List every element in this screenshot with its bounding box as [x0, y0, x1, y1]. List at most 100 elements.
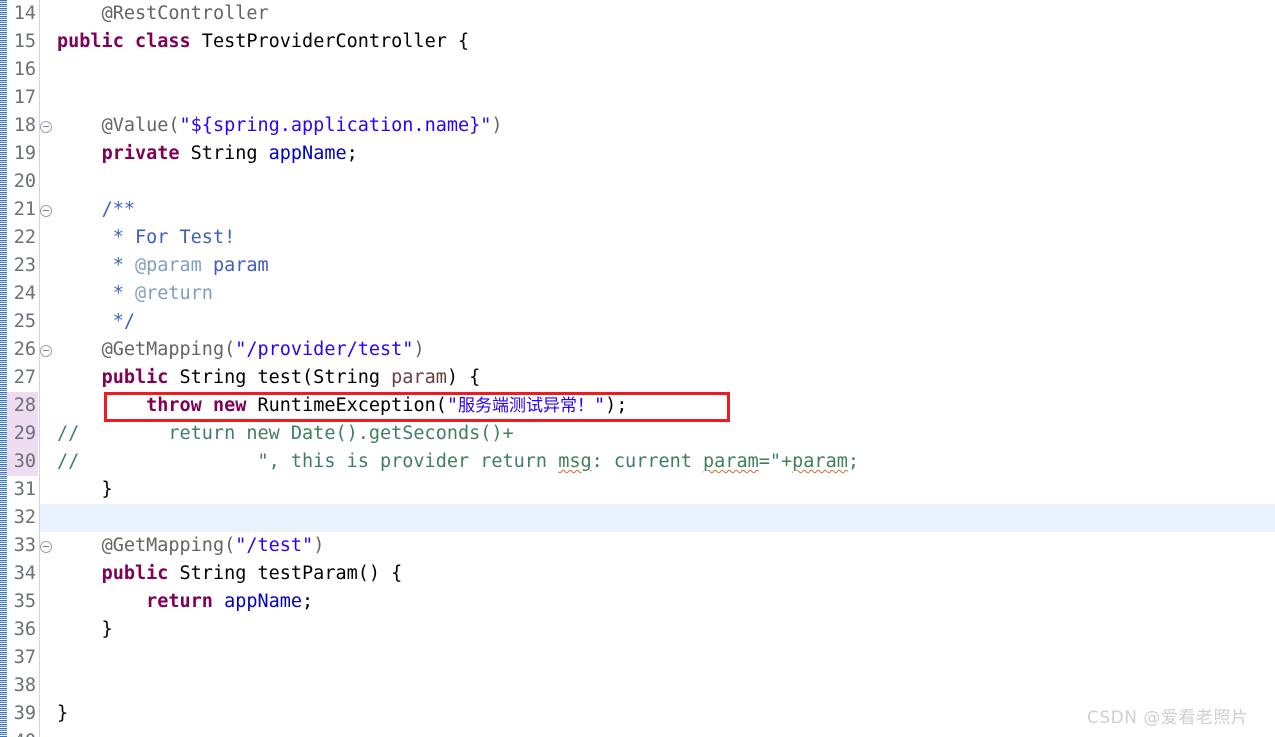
token: */ — [112, 311, 135, 332]
code-text-26: @GetMapping("/provider/test") — [57, 336, 425, 364]
code-line-22[interactable]: 22 * For Test! — [0, 224, 1275, 252]
token: private — [101, 143, 180, 164]
token: public — [101, 367, 169, 388]
token: " — [446, 395, 458, 416]
code-line-31[interactable]: 31 } — [0, 476, 1275, 504]
token: appName — [268, 143, 347, 164]
token: ) — [313, 535, 325, 556]
code-line-19[interactable]: 19 private String appName; — [0, 140, 1275, 168]
code-text-14: @RestController — [57, 0, 269, 28]
code-line-40[interactable]: 40 — [0, 728, 1275, 737]
code-line-23[interactable]: 23 * @param param — [0, 252, 1275, 280]
csdn-watermark: CSDN @爱看老照片 — [1087, 708, 1249, 728]
code-line-38[interactable]: 38 — [0, 672, 1275, 700]
code-line-36[interactable]: 36 } — [0, 616, 1275, 644]
token: /** — [101, 199, 135, 220]
token: throw — [146, 395, 202, 416]
code-text-19: private String appName; — [57, 140, 358, 168]
code-text-31: } — [57, 476, 113, 504]
token: "/provider/test" — [235, 339, 414, 360]
token: ; — [302, 591, 314, 612]
code-line-18[interactable]: 18 @Value("${spring.application.name}") — [0, 112, 1275, 140]
code-line-17[interactable]: 17 — [0, 84, 1275, 112]
fold-collapse-icon-18[interactable] — [40, 121, 52, 133]
code-line-16[interactable]: 16 — [0, 56, 1275, 84]
token: ) — [413, 339, 425, 360]
code-line-27[interactable]: 27 public String test(String param) { — [0, 364, 1275, 392]
code-line-39[interactable]: 39} — [0, 700, 1275, 728]
token: * — [112, 283, 135, 304]
code-line-14[interactable]: 14 @RestController — [0, 0, 1275, 28]
token: // — [57, 423, 80, 444]
token: String testParam() { — [168, 563, 403, 584]
token: ; — [346, 143, 358, 164]
fold-collapse-icon-26[interactable] — [40, 345, 52, 357]
token: // — [57, 451, 80, 472]
token: @RestController — [101, 3, 269, 24]
token: param — [792, 451, 848, 472]
token: * — [112, 255, 135, 276]
code-line-34[interactable]: 34 public String testParam() { — [0, 560, 1275, 588]
fold-collapse-icon-33[interactable] — [40, 541, 52, 553]
token: msg — [558, 451, 592, 472]
token: ", this is provider return — [79, 451, 559, 472]
code-text-23: * @param param — [57, 252, 269, 280]
code-line-15[interactable]: 15 public class TestProviderController { — [0, 28, 1275, 56]
code-line-20[interactable]: 20 — [0, 168, 1275, 196]
code-line-30[interactable]: 30// ", this is provider return msg: cur… — [0, 448, 1275, 476]
token: appName — [224, 591, 303, 612]
gutter-separator — [39, 0, 40, 737]
token: } — [57, 619, 113, 640]
token: 服务端测试异常！ — [458, 396, 594, 416]
token: param — [703, 451, 759, 472]
code-line-26[interactable]: 26 @GetMapping("/provider/test") — [0, 336, 1275, 364]
code-line-29[interactable]: 29// return new Date().getSeconds()+ — [0, 420, 1275, 448]
code-text-35: return appName; — [57, 588, 313, 616]
token: "${spring.application.name}" — [179, 115, 492, 136]
token: @param — [134, 255, 202, 276]
token: ) — [491, 115, 503, 136]
token: param — [391, 367, 447, 388]
code-text-36: } — [57, 616, 113, 644]
token: String test(String — [168, 367, 392, 388]
token: "/test" — [235, 535, 314, 556]
code-line-28[interactable]: 28 throw new RuntimeException("服务端测试异常！"… — [0, 392, 1275, 420]
token: ; — [847, 451, 859, 472]
code-text-15: public class TestProviderController { — [57, 28, 469, 56]
code-line-32[interactable]: 32 — [0, 504, 1275, 532]
token: String — [179, 143, 269, 164]
code-editor[interactable]: 14 @RestController 15 public class TestPro… — [0, 0, 1275, 737]
token: @GetMapping( — [101, 535, 236, 556]
token: } — [57, 703, 69, 724]
token: ) { — [446, 367, 481, 388]
code-text-33: @GetMapping("/test") — [57, 532, 325, 560]
code-line-24[interactable]: 24 * @return — [0, 280, 1275, 308]
code-line-21[interactable]: 21 /** — [0, 196, 1275, 224]
code-line-37[interactable]: 37 — [0, 644, 1275, 672]
code-text-18: @Value("${spring.application.name}") — [57, 112, 503, 140]
token: RuntimeException( — [246, 395, 447, 416]
token: : current — [591, 451, 704, 472]
code-line-25[interactable]: 25 */ — [0, 308, 1275, 336]
code-line-33[interactable]: 33 @GetMapping("/test") — [0, 532, 1275, 560]
annotation-ruler[interactable] — [0, 0, 7, 737]
token: class — [134, 31, 191, 52]
token: @GetMapping( — [101, 339, 236, 360]
code-text-39: } — [57, 700, 68, 728]
code-text-34: public String testParam() { — [57, 560, 403, 588]
fold-collapse-icon-21[interactable] — [40, 205, 52, 217]
token: @return — [134, 283, 213, 304]
code-line-35[interactable]: 35 return appName; — [0, 588, 1275, 616]
